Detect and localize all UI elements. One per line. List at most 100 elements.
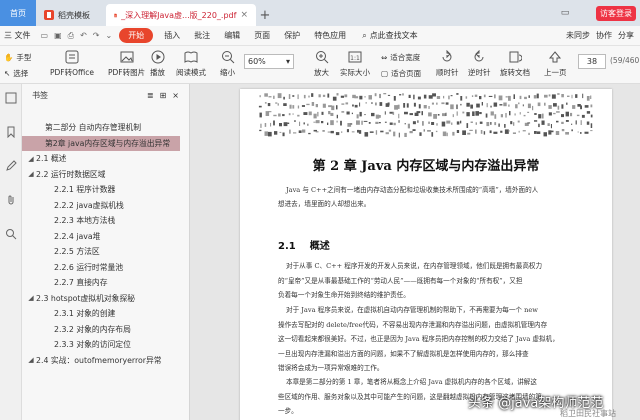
close-panel-icon[interactable]: ×	[172, 91, 179, 100]
file-menu[interactable]: 三 文件	[0, 30, 38, 41]
select-tool[interactable]: ↖ 选择	[4, 68, 28, 79]
bookmark-item[interactable]: 2.2.7 直接内存	[22, 275, 180, 291]
bookmark-icon[interactable]	[5, 126, 17, 139]
search-icon[interactable]	[5, 228, 17, 240]
rotate-doc-button[interactable]: 旋转文档	[500, 50, 530, 78]
zoom-select[interactable]: 60% ▾	[244, 54, 294, 69]
bookmark-item[interactable]: 2.2.4 java堆	[22, 229, 180, 245]
pdf-to-office-button[interactable]: PDF转Office	[50, 50, 94, 78]
bookmark-tree: 第二部分 自动内存管理机制 第2章 java内存区域与内存溢出异常 ◢ 2.1 概述 ◢…	[22, 120, 180, 420]
bookmark-item[interactable]: 2.2.2 java虚拟机栈	[22, 198, 180, 214]
zoom-out-icon	[221, 51, 234, 64]
new-tab-button[interactable]: +	[256, 4, 274, 26]
annotation-icon[interactable]	[5, 160, 17, 172]
expand-arrow-icon[interactable]: ◢	[26, 356, 36, 364]
collab-button[interactable]: 协作	[596, 30, 612, 41]
bookmark-item[interactable]: 2.2.3 本地方法栈	[22, 213, 180, 229]
bookmark-label: 2.4 实战：outofmemoryerror异常	[36, 355, 162, 365]
zoom-out-button[interactable]: 缩小	[220, 50, 235, 78]
intro-line-2: 想进去，墙里面的人却想出来。	[278, 200, 371, 208]
tab-label: _深入理解Java虚...版_220_.pdf	[121, 10, 237, 20]
pdf-to-image-button[interactable]: PDF转图片	[108, 50, 145, 78]
prev-page-button[interactable]: 上一页	[544, 50, 567, 78]
bookmark-item[interactable]: ◢ 2.2 运行时数据区域	[22, 167, 180, 183]
expand-arrow-icon[interactable]: ◢	[26, 294, 36, 302]
book-icon	[184, 51, 198, 63]
redo-icon[interactable]: ↷	[90, 31, 103, 40]
bookmark-item[interactable]: 2.2.6 运行时常量池	[22, 260, 180, 276]
intro-line-1: Java 与 C++之间有一堵由内存动态分配和垃圾收集技术所围成的“高墙”，墙外…	[286, 186, 539, 194]
menu-start[interactable]: 开始	[119, 28, 154, 43]
bookmark-item[interactable]: ◢ 2.1 概述	[22, 151, 180, 167]
open-icon[interactable]: ▭	[38, 31, 52, 40]
para2-line: 错误将会成为一项异常艰难的工作。	[278, 364, 384, 372]
tab-bar: 首页 稻壳模板 _深入理解Java虚...版_220_.pdf × +	[0, 0, 640, 26]
tab-docer-templates[interactable]: 稻壳模板	[36, 4, 106, 26]
bookmark-item[interactable]: ◢ 2.3 hotspot虚拟机对象探秘	[22, 291, 180, 307]
bookmark-label: 2.2 运行时数据区域	[36, 169, 106, 179]
rotate-ccw-icon	[474, 50, 484, 62]
menu-annotate[interactable]: 批注	[187, 30, 217, 41]
actual-size-icon: 1:1	[348, 51, 362, 63]
bookmark-item[interactable]: 2.3.1 对象的创建	[22, 306, 180, 322]
visitor-login-button[interactable]: 访客登录	[596, 6, 636, 21]
undo-icon[interactable]: ↶	[77, 31, 90, 40]
pdf-to-office-icon	[65, 50, 79, 64]
bookmark-item[interactable]: ◢ 2.4 实战：outofmemoryerror异常	[22, 353, 180, 369]
hand-tool[interactable]: ✋ 手型	[4, 52, 31, 63]
save-icon[interactable]: ▣	[51, 31, 65, 40]
tab-pdf-document[interactable]: _深入理解Java虚...版_220_.pdf ×	[106, 4, 256, 26]
document-view: 第 2 章 Java 内存区域与内存溢出异常 Java 与 C++之间有一堵由内…	[190, 84, 640, 420]
find-text[interactable]: ⌕ 点此查找文本	[355, 30, 424, 41]
menu-protect[interactable]: 保护	[277, 30, 307, 41]
unsynced-button[interactable]: 未同步	[566, 30, 590, 41]
menu-edit[interactable]: 编辑	[217, 30, 247, 41]
pdf-page: 第 2 章 Java 内存区域与内存溢出异常 Java 与 C++之间有一堵由内…	[240, 89, 612, 420]
share-button[interactable]: 分享	[618, 30, 634, 41]
more-icon[interactable]: ⌄	[102, 31, 115, 40]
bookmark-item[interactable]: 第二部分 自动内存管理机制	[22, 120, 180, 136]
bookmark-label: 2.3.2 对象的内存布局	[54, 324, 131, 334]
bookmark-item[interactable]: 2.3.2 对象的内存布局	[22, 322, 180, 338]
rotate-ccw-button[interactable]: 逆时针	[468, 50, 491, 78]
tab-home[interactable]: 首页	[0, 0, 36, 26]
menu-features[interactable]: 特色应用	[307, 30, 353, 41]
para2-line: 操作去写配对的 delete/free代码，不容易出现内存泄漏和内存溢出问题，由…	[278, 320, 548, 329]
read-mode-button[interactable]: 阅读模式	[176, 50, 206, 78]
arrow-up-icon	[549, 51, 562, 63]
play-button[interactable]: 播放	[150, 50, 165, 78]
bookmark-label: 2.2.7 直接内存	[54, 278, 108, 288]
expand-arrow-icon[interactable]: ◢	[26, 170, 36, 178]
fit-page-button[interactable]: ▢ 适合页面	[381, 68, 421, 79]
left-rail	[0, 84, 22, 420]
para2-line: 对于 Java 程序员来说，在虚拟机自动内存管理机制的帮助下，不再需要为每一个 …	[286, 306, 538, 314]
bookmark-item[interactable]: 第2章 java内存区域与内存溢出异常	[22, 135, 180, 151]
page-number-input[interactable]: 38	[578, 54, 606, 69]
zoom-value: 60%	[248, 57, 266, 66]
right-menu: 未同步 协作 分享	[566, 30, 634, 41]
rotate-cw-button[interactable]: 顺时针	[436, 50, 459, 78]
close-tab-icon[interactable]: ×	[240, 10, 248, 20]
bookmark-expand-icon[interactable]: ⊞	[160, 91, 167, 100]
para2-line: 一旦出现内存泄漏和溢出方面的问题，如果不了解虚拟机是怎样使用内存的，那么排查	[278, 349, 529, 358]
print-icon[interactable]: ⎙	[65, 31, 77, 41]
bookmark-item[interactable]: 2.2.1 程序计数器	[22, 182, 180, 198]
svg-text:1:1: 1:1	[350, 55, 360, 62]
cursor-icon: ↖	[4, 69, 11, 78]
zoom-in-button[interactable]: 放大	[314, 50, 329, 78]
multi-window-icon[interactable]: ▭	[560, 8, 570, 18]
zoom-in-label: 放大	[314, 68, 329, 77]
menu-page[interactable]: 页面	[247, 30, 277, 41]
bookmark-list-icon[interactable]: ≣	[147, 91, 154, 100]
fit-width-button[interactable]: ⇔ 适合宽度	[381, 52, 420, 63]
chapter-title: 第 2 章 Java 内存区域与内存溢出异常	[312, 159, 540, 174]
bookmark-label: 2.3.1 对象的创建	[54, 309, 116, 319]
bookmark-item[interactable]: 2.2.5 方法区	[22, 244, 180, 260]
actual-size-button[interactable]: 1:1 实际大小	[340, 50, 370, 78]
menu-bar: 三 文件 ▭ ▣ ⎙ ↶ ↷ ⌄ 开始 插入 批注 编辑 页面 保护 特色应用 …	[0, 26, 640, 46]
attachment-icon[interactable]	[5, 194, 17, 206]
expand-arrow-icon[interactable]: ◢	[26, 155, 36, 163]
thumbnail-icon[interactable]	[5, 92, 17, 104]
bookmark-item[interactable]: 2.3.3 对象的访问定位	[22, 337, 180, 353]
menu-insert[interactable]: 插入	[157, 30, 187, 41]
